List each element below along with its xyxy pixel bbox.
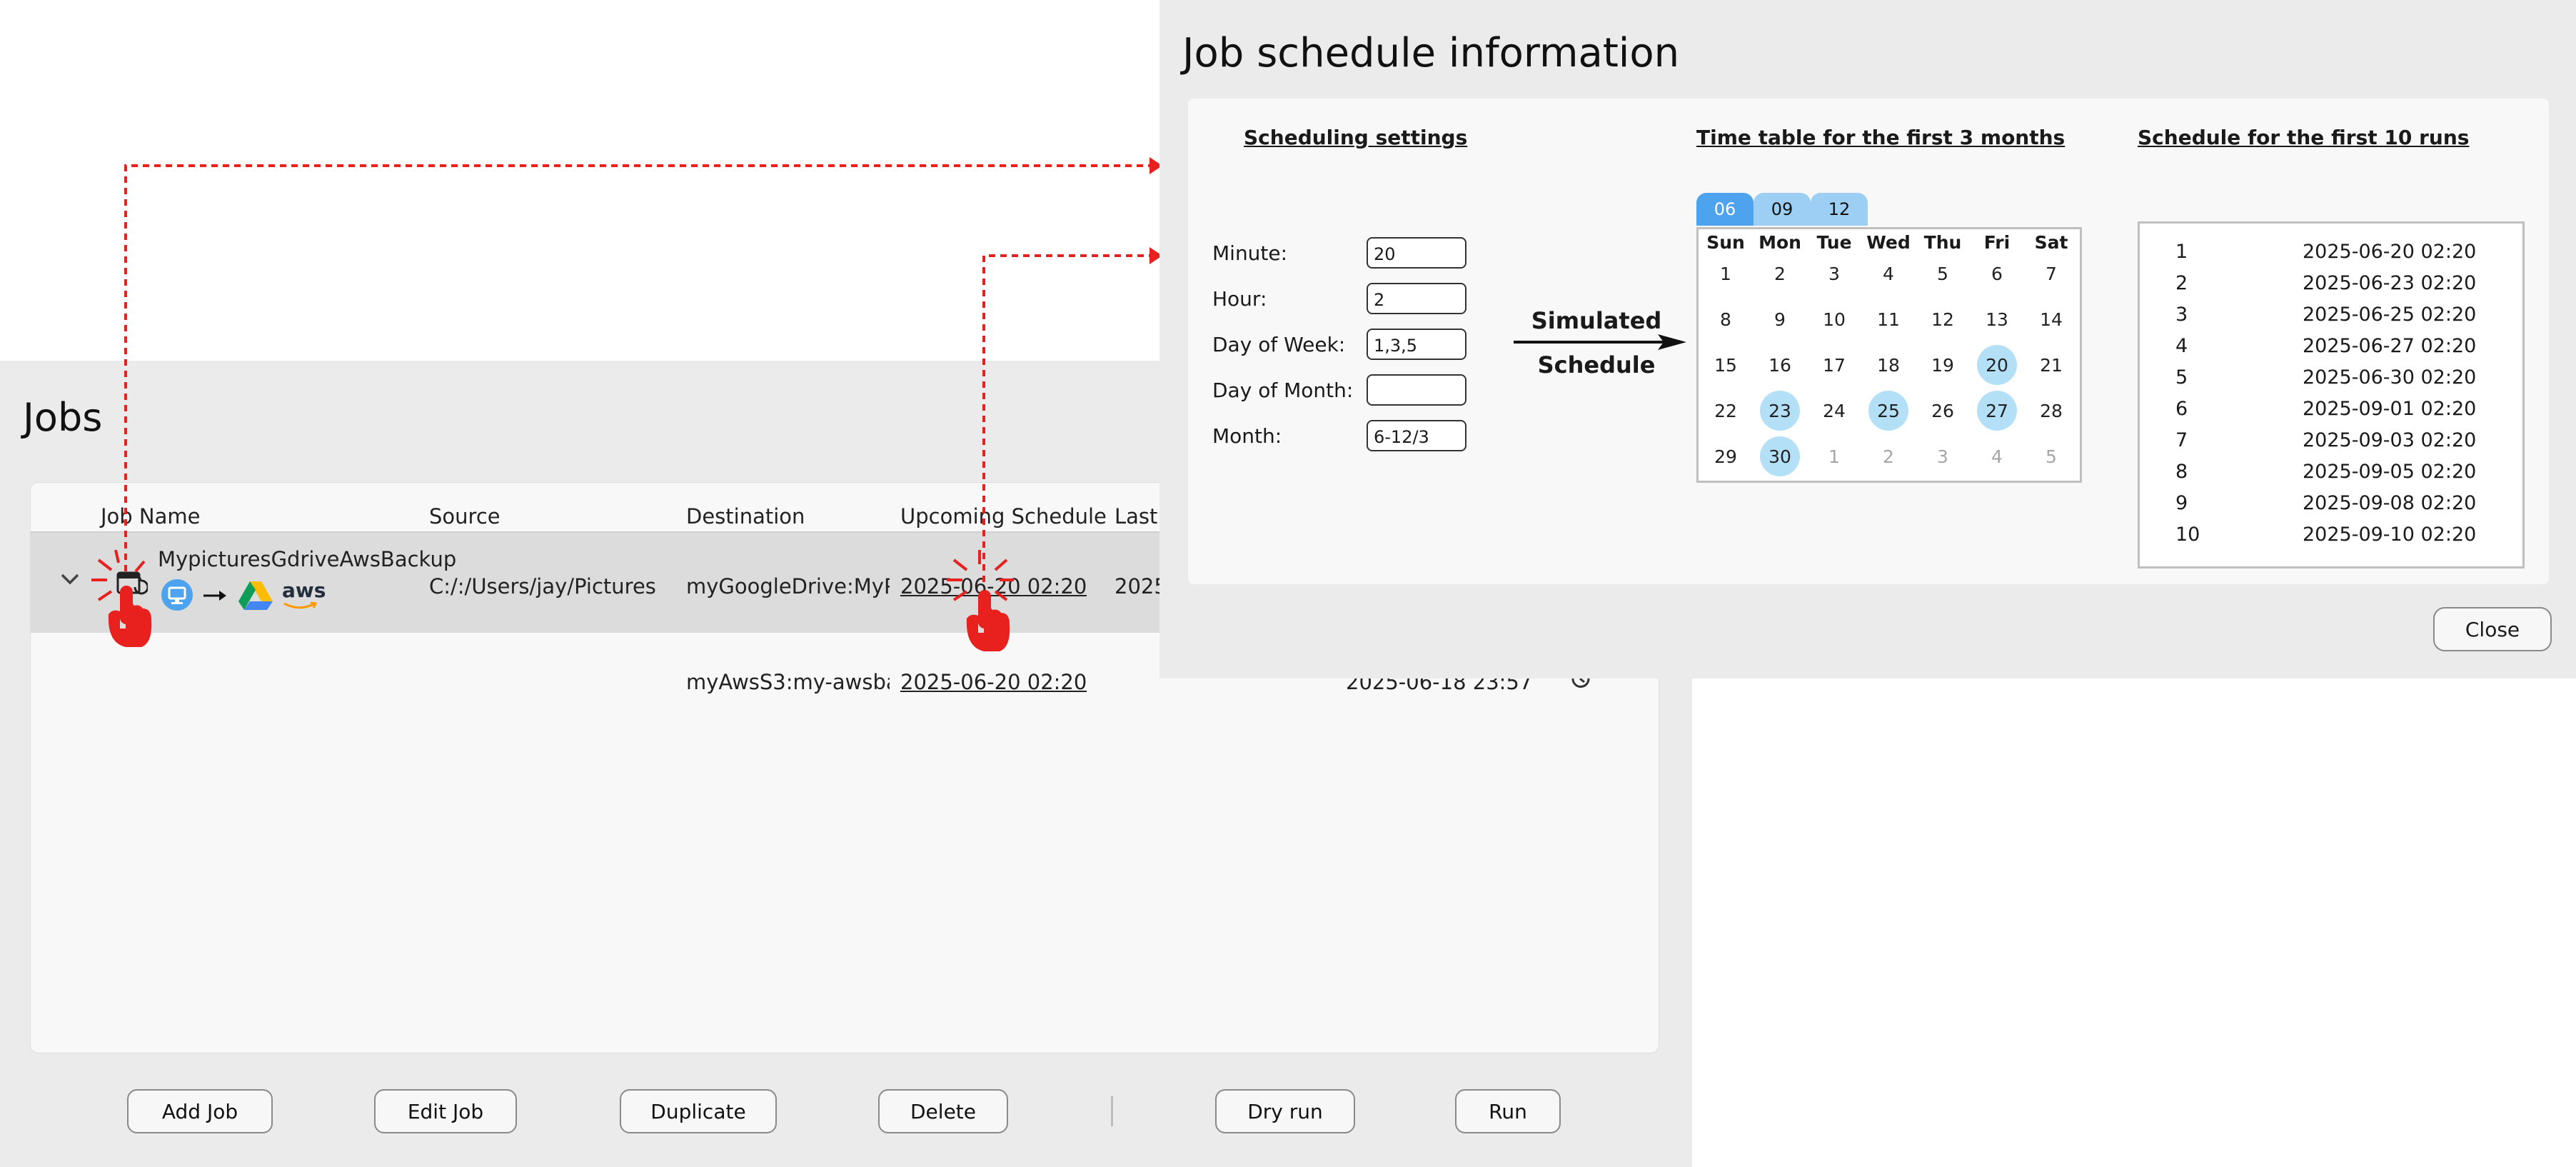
section-scheduling-settings: Scheduling settings <box>1244 126 1468 149</box>
calendar-day: 12 <box>1931 309 1954 330</box>
runs-list: 1 2025-06-20 02:20 2 2025-06-23 02:20 3 2025-… <box>2138 221 2525 569</box>
calendar-day: 21 <box>2040 354 2063 376</box>
calendar-day: 9 <box>1774 309 1786 330</box>
run-datetime: 2025-06-27 02:20 <box>2303 335 2477 357</box>
calendar-day-other-month: 2 <box>1883 446 1894 467</box>
day-of-month-label: Day of Month: <box>1212 379 1354 402</box>
calendar-day: 24 <box>1823 400 1846 421</box>
weekday-header: Fri <box>1983 232 2011 253</box>
pointer-hand-icon <box>108 586 1010 651</box>
weekday-header: Wed <box>1866 232 1911 253</box>
run-number: 4 <box>2175 335 2188 357</box>
month-tab-09[interactable]: 09 <box>1754 193 1811 226</box>
duplicate-button[interactable]: Duplicate <box>620 1089 777 1133</box>
calendar-day: 29 <box>1714 446 1737 467</box>
calendar-day: 26 <box>1931 400 1954 421</box>
calendar-day: 27 <box>1977 391 2017 431</box>
weekday-header: Tue <box>1816 232 1852 253</box>
month-label: Month: <box>1212 424 1282 448</box>
weekday-header: Thu <box>1923 232 1962 253</box>
dry-run-button[interactable]: Dry run <box>1215 1089 1355 1133</box>
calendar-grid: Sun Mon Tue Wed Thu Fri Sat 1 2 3 4 5 6 7 8 9 10 11 12 13 14… <box>1696 227 2082 483</box>
run-number: 1 <box>2175 241 2188 263</box>
annotation-overlay <box>91 157 1162 651</box>
button-separator <box>1111 1096 1113 1126</box>
calendar-day: 6 <box>1991 263 2003 284</box>
run-number: 7 <box>2175 429 2188 451</box>
dialog-content: Scheduling settings Time table for the f… <box>1188 99 2549 584</box>
run-datetime: 2025-09-03 02:20 <box>2303 429 2477 451</box>
calendar-day: 10 <box>1823 309 1846 330</box>
run-number: 8 <box>2175 461 2188 483</box>
run-datetime: 2025-09-05 02:20 <box>2303 461 2477 483</box>
calendar-day-other-month: 4 <box>1991 446 2003 467</box>
month-field[interactable]: 6-12/3 <box>1367 420 1466 451</box>
minute-label: Minute: <box>1212 241 1288 265</box>
day-of-month-field[interactable] <box>1367 374 1466 406</box>
weekday-header: Sun <box>1706 232 1745 253</box>
calendar-day-other-month: 3 <box>1937 446 1948 467</box>
calendar-day: 20 <box>1977 345 2017 385</box>
calendar-day: 7 <box>2046 263 2057 284</box>
minute-field[interactable]: 20 <box>1367 237 1466 269</box>
section-first-runs: Schedule for the first 10 runs <box>2138 126 2470 149</box>
calendar-day: 2 <box>1774 263 1786 284</box>
run-datetime: 2025-09-08 02:20 <box>2303 492 2477 514</box>
calendar-day-other-month: 5 <box>2046 446 2057 467</box>
hour-field[interactable]: 2 <box>1367 283 1466 314</box>
run-number: 5 <box>2175 366 2188 389</box>
run-datetime: 2025-06-20 02:20 <box>2303 241 2477 263</box>
add-job-button[interactable]: Add Job <box>127 1089 273 1133</box>
weekday-header: Sat <box>2034 232 2068 253</box>
calendar-day: 19 <box>1931 354 1954 376</box>
run-number: 6 <box>2175 398 2188 420</box>
run-datetime: 2025-09-01 02:20 <box>2303 398 2477 420</box>
run-number: 2 <box>2175 272 2188 294</box>
calendar-day: 8 <box>1720 309 1731 330</box>
calendar-day: 14 <box>2040 309 2063 330</box>
calendar-day: 28 <box>2040 400 2063 421</box>
run-datetime: 2025-09-10 02:20 <box>2303 524 2477 546</box>
section-time-table: Time table for the first 3 months <box>1696 126 2066 149</box>
arrow-right-icon <box>1514 334 1686 350</box>
calendar-day: 18 <box>1877 354 1900 376</box>
calendar-day: 30 <box>1760 436 1800 476</box>
calendar-day: 5 <box>1937 263 1948 284</box>
run-number: 3 <box>2175 304 2188 326</box>
delete-button[interactable]: Delete <box>878 1089 1008 1133</box>
edit-job-button[interactable]: Edit Job <box>374 1089 517 1133</box>
run-number: 9 <box>2175 492 2188 514</box>
dialog-title: Job schedule information <box>1182 30 1680 76</box>
run-datetime: 2025-06-30 02:20 <box>2303 366 2477 389</box>
schedule-label: Schedule <box>1537 351 1656 379</box>
calendar-day: 3 <box>1828 263 1840 284</box>
calendar-day: 23 <box>1760 391 1800 431</box>
close-button[interactable]: Close <box>2433 607 2552 651</box>
day-of-week-label: Day of Week: <box>1212 333 1346 356</box>
simulated-label: Simulated <box>1531 307 1662 334</box>
calendar-day: 17 <box>1823 354 1846 376</box>
calendar-day: 1 <box>1720 263 1731 284</box>
month-tab-06[interactable]: 06 <box>1696 193 1754 226</box>
run-datetime: 2025-06-23 02:20 <box>2303 272 2477 294</box>
calendar-day: 16 <box>1769 354 1791 376</box>
schedule-info-dialog: Job schedule information Scheduling sett… <box>1159 0 2576 678</box>
calendar-day: 25 <box>1868 391 1908 431</box>
hour-label: Hour: <box>1212 287 1267 311</box>
month-tab-12[interactable]: 12 <box>1811 193 1868 226</box>
click-burst-icon <box>91 549 1014 601</box>
calendar-day: 11 <box>1877 309 1900 330</box>
weekday-header: Mon <box>1759 232 1801 253</box>
run-number: 10 <box>2175 524 2200 546</box>
calendar-day: 22 <box>1714 400 1737 421</box>
run-datetime: 2025-06-25 02:20 <box>2303 304 2477 326</box>
calendar-day: 13 <box>1986 309 2008 330</box>
run-button[interactable]: Run <box>1455 1089 1561 1133</box>
calendar-day-other-month: 1 <box>1828 446 1840 467</box>
calendar-day: 15 <box>1714 354 1737 376</box>
calendar-day: 4 <box>1883 263 1894 284</box>
day-of-week-field[interactable]: 1,3,5 <box>1367 329 1466 360</box>
